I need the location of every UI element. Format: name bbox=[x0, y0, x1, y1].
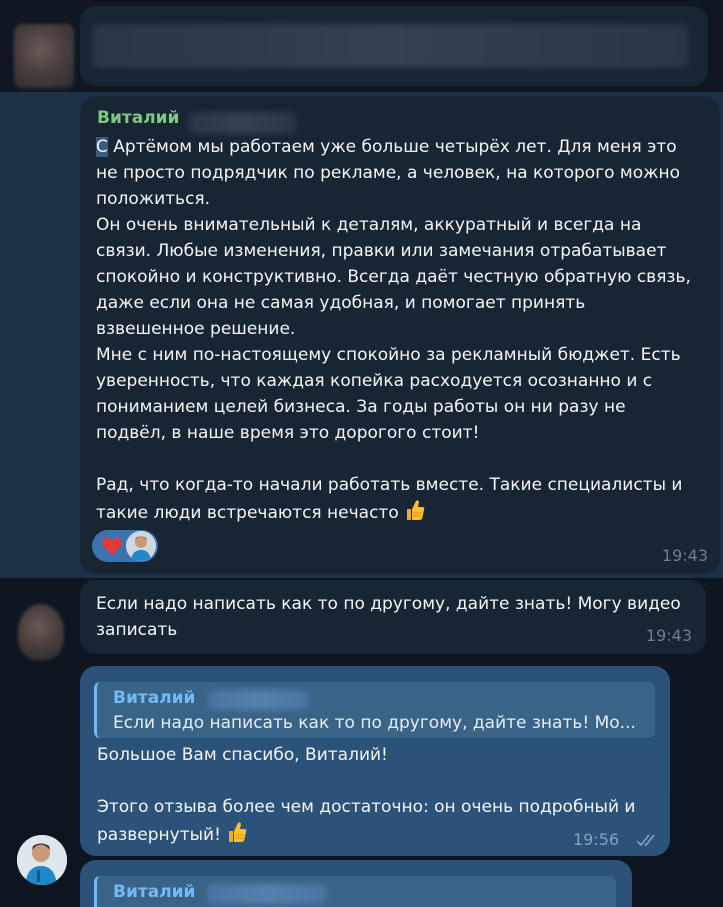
sender-name[interactable]: Виталий bbox=[97, 108, 179, 128]
heart-icon bbox=[102, 537, 122, 556]
reply-quote[interactable]: Виталий bbox=[94, 876, 616, 907]
reply-surname-blurred bbox=[207, 884, 327, 904]
own-avatar[interactable] bbox=[17, 835, 67, 885]
sender-surname-blurred bbox=[188, 112, 296, 134]
message-text: Если надо написать как то по другому, да… bbox=[96, 594, 681, 640]
message-time: 19:43 bbox=[645, 626, 692, 645]
contact-avatar[interactable] bbox=[18, 604, 64, 660]
outgoing-message-bubble-partial[interactable]: Виталий bbox=[80, 860, 632, 907]
review-message-bubble[interactable]: Виталий С Артёмом мы работаем уже больше… bbox=[80, 96, 720, 574]
reply-sender-name: Виталий bbox=[113, 688, 196, 708]
chat-area[interactable]: Виталий С Артёмом мы работаем уже больше… bbox=[0, 0, 723, 907]
message-text: С Артёмом мы работаем уже больше четырёх… bbox=[96, 137, 691, 523]
blurred-message-bubble[interactable] bbox=[80, 6, 708, 86]
reply-sender-name: Виталий bbox=[113, 882, 196, 902]
thumbs-up-icon bbox=[407, 500, 425, 520]
text-cursor-selection: С bbox=[96, 137, 108, 157]
outgoing-message-bubble[interactable]: Виталий Если надо написать как то по дру… bbox=[80, 666, 670, 856]
reply-text: Если надо написать как то по другому, да… bbox=[113, 713, 636, 733]
message-time: 19:56 bbox=[573, 830, 620, 849]
blurred-content bbox=[92, 24, 688, 68]
reply-quote[interactable]: Виталий Если надо написать как то по дру… bbox=[94, 682, 655, 738]
followup-message-bubble[interactable]: Если надо написать как то по другому, да… bbox=[80, 580, 706, 654]
reactor-avatar bbox=[126, 531, 156, 561]
reaction-chip[interactable] bbox=[92, 530, 158, 562]
reply-surname-blurred bbox=[209, 690, 309, 710]
double-check-read-icon bbox=[636, 834, 655, 847]
thumbs-up-icon bbox=[229, 822, 247, 842]
contact-avatar[interactable] bbox=[14, 24, 74, 88]
message-time: 19:43 bbox=[661, 546, 708, 565]
